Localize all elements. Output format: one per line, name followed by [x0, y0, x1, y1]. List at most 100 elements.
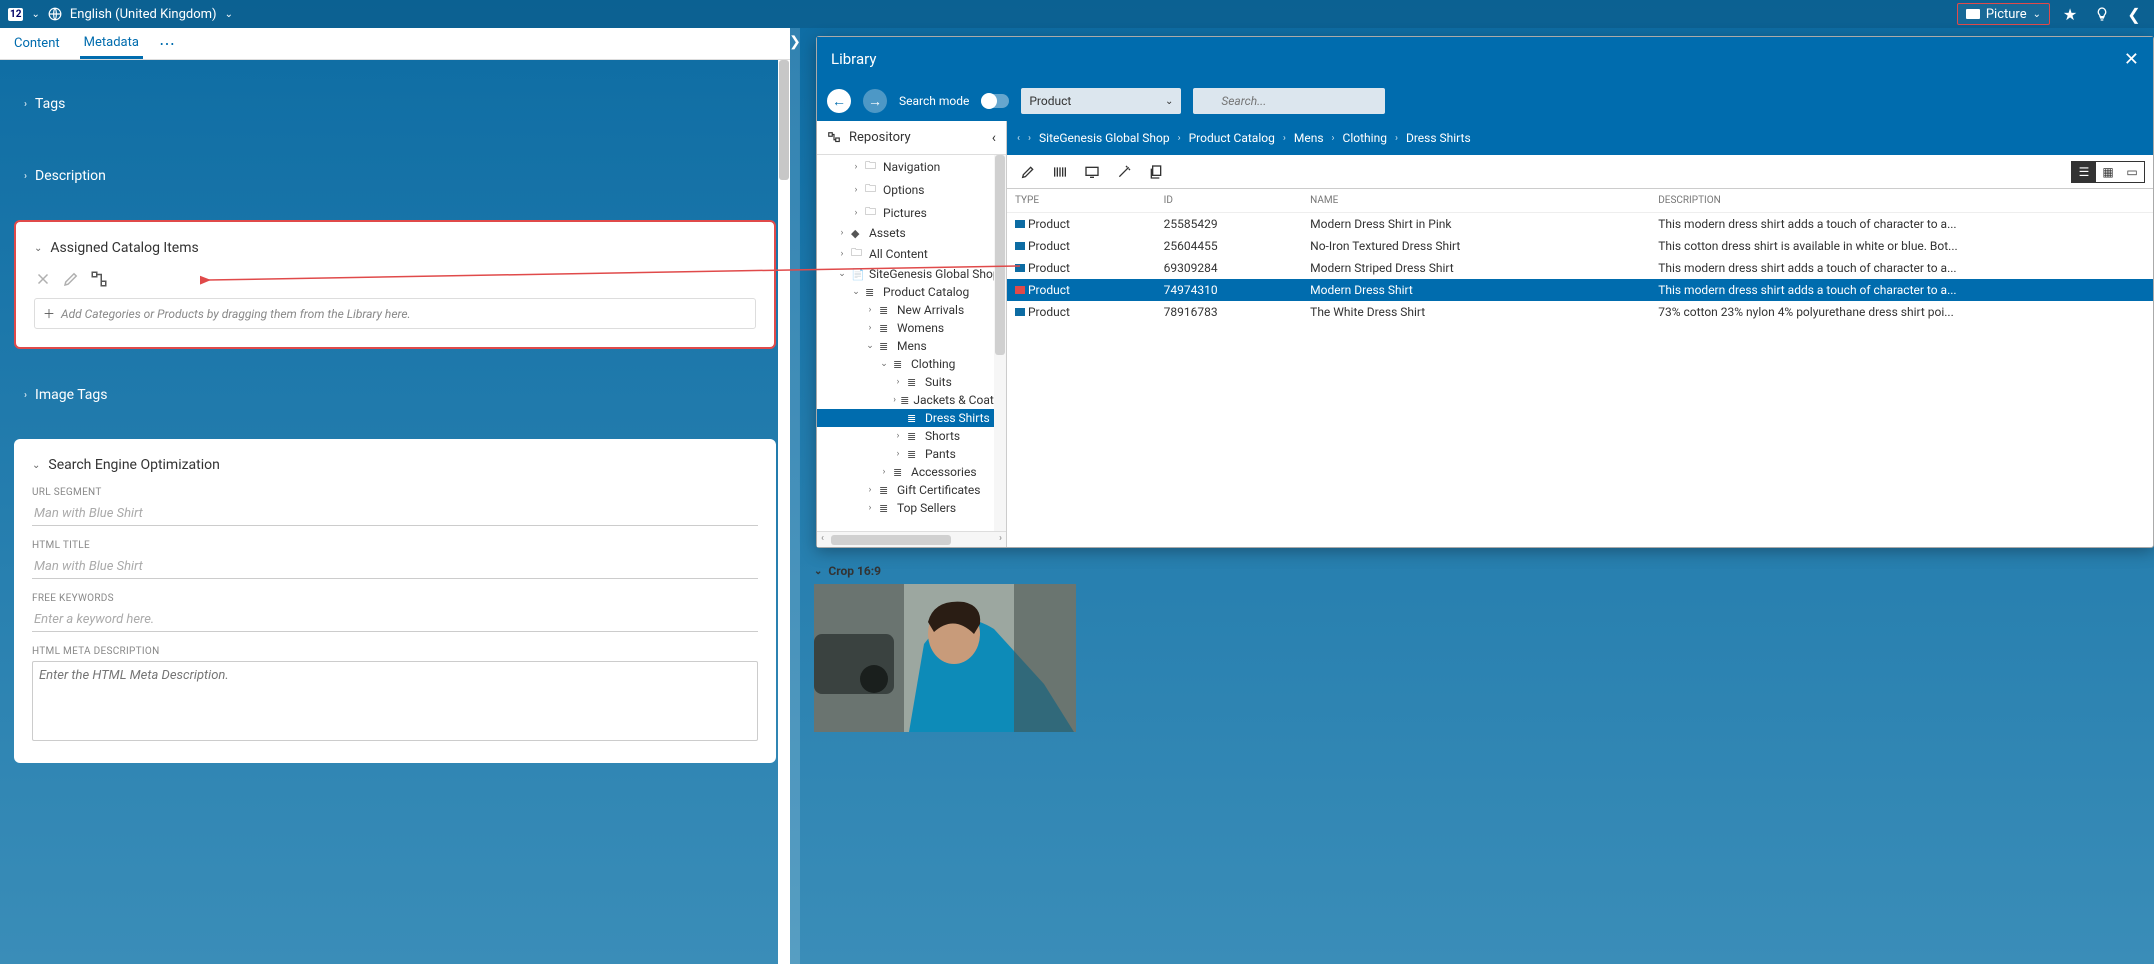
grid-view-icon[interactable]: ▦ — [2096, 162, 2120, 182]
col-description[interactable]: DESCRIPTION — [1650, 189, 2153, 213]
catalog-toolbar — [34, 270, 756, 288]
list-icon: ≣ — [893, 466, 907, 479]
breadcrumb-item[interactable]: Clothing — [1343, 131, 1387, 145]
tree-item[interactable]: ›🗀Options — [817, 178, 1006, 201]
type-select[interactable]: Product ⌄ — [1021, 88, 1181, 114]
chevron-right-icon: › — [1395, 133, 1398, 144]
meta-textarea[interactable] — [32, 661, 758, 741]
tree-item[interactable]: ≣Dress Shirts — [817, 409, 1006, 427]
tree-caret-icon: › — [837, 249, 847, 259]
close-icon[interactable]: ✕ — [2124, 49, 2139, 70]
tree-item[interactable]: ⌄≣Clothing — [817, 355, 1006, 373]
tree-item[interactable]: ⌄≣Product Catalog — [817, 283, 1006, 301]
lang-chevron-icon[interactable]: ⌄ — [225, 9, 233, 20]
section-description[interactable]: › Description — [14, 152, 776, 200]
tree-vertical-scrollbar[interactable] — [994, 155, 1006, 531]
tree-item[interactable]: ›≣Womens — [817, 319, 1006, 337]
star-icon[interactable]: ★ — [2058, 2, 2082, 26]
picture-chevron-icon: ⌄ — [2033, 9, 2041, 20]
url-segment-input[interactable] — [32, 502, 758, 526]
tree-item[interactable]: ›≣Accessories — [817, 463, 1006, 481]
tree-item[interactable]: ⌄≣Mens — [817, 337, 1006, 355]
detail-view-icon[interactable]: ▭ — [2120, 162, 2144, 182]
meta-label: HTML META DESCRIPTION — [32, 646, 758, 657]
table-row[interactable]: Product25604455No-Iron Textured Dress Sh… — [1007, 235, 2153, 257]
search-mode-toggle[interactable] — [981, 94, 1009, 108]
drag-hint-area[interactable]: ＋ Add Categories or Products by dragging… — [34, 298, 756, 329]
breadcrumb-item[interactable]: Product Catalog — [1189, 131, 1275, 145]
list-icon: ≣ — [900, 394, 909, 407]
tree-caret-icon: › — [893, 377, 903, 387]
delete-icon[interactable] — [34, 270, 52, 288]
left-scrollbar[interactable] — [778, 60, 790, 964]
tree-item[interactable]: ›≣Top Sellers — [817, 499, 1006, 517]
assigned-catalog-header[interactable]: ⌄ Assigned Catalog Items — [34, 240, 756, 256]
row-type: Product — [1025, 239, 1070, 253]
library-breadcrumb: ‹ › SiteGenesis Global Shop › Product Catal… — [1007, 121, 2153, 155]
edit-icon[interactable] — [62, 270, 80, 288]
collapse-tree-icon[interactable]: ‹ — [992, 130, 996, 146]
col-name[interactable]: NAME — [1302, 189, 1650, 213]
back-button[interactable]: ← — [827, 89, 851, 113]
tree-item[interactable]: ›≣Gift Certificates — [817, 481, 1006, 499]
tree-caret-icon: ⌄ — [865, 341, 875, 351]
breadcrumb-item[interactable]: SiteGenesis Global Shop — [1039, 131, 1170, 145]
tree-caret-icon: › — [879, 467, 889, 477]
row-name: Modern Dress Shirt — [1302, 279, 1650, 301]
section-image-tags[interactable]: › Image Tags — [14, 371, 776, 419]
wand-action-icon[interactable] — [1111, 160, 1137, 184]
barcode-action-icon[interactable] — [1047, 160, 1073, 184]
breadcrumb-item[interactable]: Dress Shirts — [1406, 131, 1471, 145]
pane-divider[interactable]: ❯ — [790, 28, 800, 964]
tree-item-label: SiteGenesis Global Shop — [869, 267, 1000, 281]
chevron-left-icon[interactable]: ‹ — [1017, 133, 1020, 144]
tree-item[interactable]: ›🗀All Content — [817, 242, 1006, 265]
table-row[interactable]: Product69309284Modern Striped Dress Shir… — [1007, 257, 2153, 279]
tree-item[interactable]: ›≣New Arrivals — [817, 301, 1006, 319]
list-icon: ≣ — [907, 430, 921, 443]
tab-metadata[interactable]: Metadata — [80, 29, 143, 59]
tree-item[interactable]: ›◆Assets — [817, 224, 1006, 242]
row-type: Product — [1025, 217, 1070, 231]
keywords-input[interactable] — [32, 608, 758, 632]
language-selector[interactable]: English (United Kingdom) — [70, 7, 217, 22]
tree-item[interactable]: ›≣Suits — [817, 373, 1006, 391]
chevron-right-icon: › — [1332, 133, 1335, 144]
repository-header[interactable]: Repository ‹ — [817, 121, 1006, 155]
logo-chevron-icon[interactable]: ⌄ — [31, 9, 39, 20]
breadcrumb-item[interactable]: Mens — [1294, 131, 1324, 145]
tree-item[interactable]: ›≣Pants — [817, 445, 1006, 463]
picture-type-button[interactable]: Picture ⌄ — [1957, 3, 2050, 25]
tree-item[interactable]: ›≣Shorts — [817, 427, 1006, 445]
seo-header[interactable]: ⌄ Search Engine Optimization — [32, 457, 758, 473]
table-row[interactable]: Product74974310Modern Dress ShirtThis mo… — [1007, 279, 2153, 301]
tree-item[interactable]: ›≣Jackets & Coats — [817, 391, 1006, 409]
col-id[interactable]: ID — [1156, 189, 1303, 213]
row-description: This cotton dress shirt is available in … — [1650, 235, 2153, 257]
table-row[interactable]: Product25585429Modern Dress Shirt in Pin… — [1007, 213, 2153, 236]
tree-item[interactable]: ⌄📄SiteGenesis Global Shop — [817, 265, 1006, 283]
crop-header[interactable]: ⌄ Crop 16:9 — [814, 558, 2140, 584]
row-type: Product — [1025, 261, 1070, 275]
forward-button[interactable]: → — [863, 89, 887, 113]
tree-item[interactable]: ›🗀Pictures — [817, 201, 1006, 224]
tab-content[interactable]: Content — [10, 30, 64, 57]
crop-preview-image[interactable] — [814, 584, 1076, 732]
monitor-action-icon[interactable] — [1079, 160, 1105, 184]
bulb-icon[interactable] — [2090, 2, 2114, 26]
tree-horizontal-scrollbar[interactable]: ‹ › — [817, 531, 1006, 547]
collapse-left-icon[interactable]: ❮ — [2122, 2, 2146, 26]
library-main: ‹ › SiteGenesis Global Shop › Product Catal… — [1007, 121, 2153, 547]
library-search-input[interactable] — [1193, 88, 1385, 114]
tree-icon[interactable] — [90, 270, 108, 288]
col-type[interactable]: TYPE — [1007, 189, 1156, 213]
copy-action-icon[interactable] — [1143, 160, 1169, 184]
edit-action-icon[interactable] — [1015, 160, 1041, 184]
table-row[interactable]: Product78916783The White Dress Shirt73% … — [1007, 301, 2153, 323]
tree-item[interactable]: ›🗀Navigation — [817, 155, 1006, 178]
section-tags[interactable]: › Tags — [14, 80, 776, 128]
list-view-icon[interactable]: ☰ — [2072, 162, 2096, 182]
html-title-input[interactable] — [32, 555, 758, 579]
row-description: 73% cotton 23% nylon 4% polyurethane dre… — [1650, 301, 2153, 323]
tab-more-icon[interactable]: ⋯ — [159, 34, 176, 53]
